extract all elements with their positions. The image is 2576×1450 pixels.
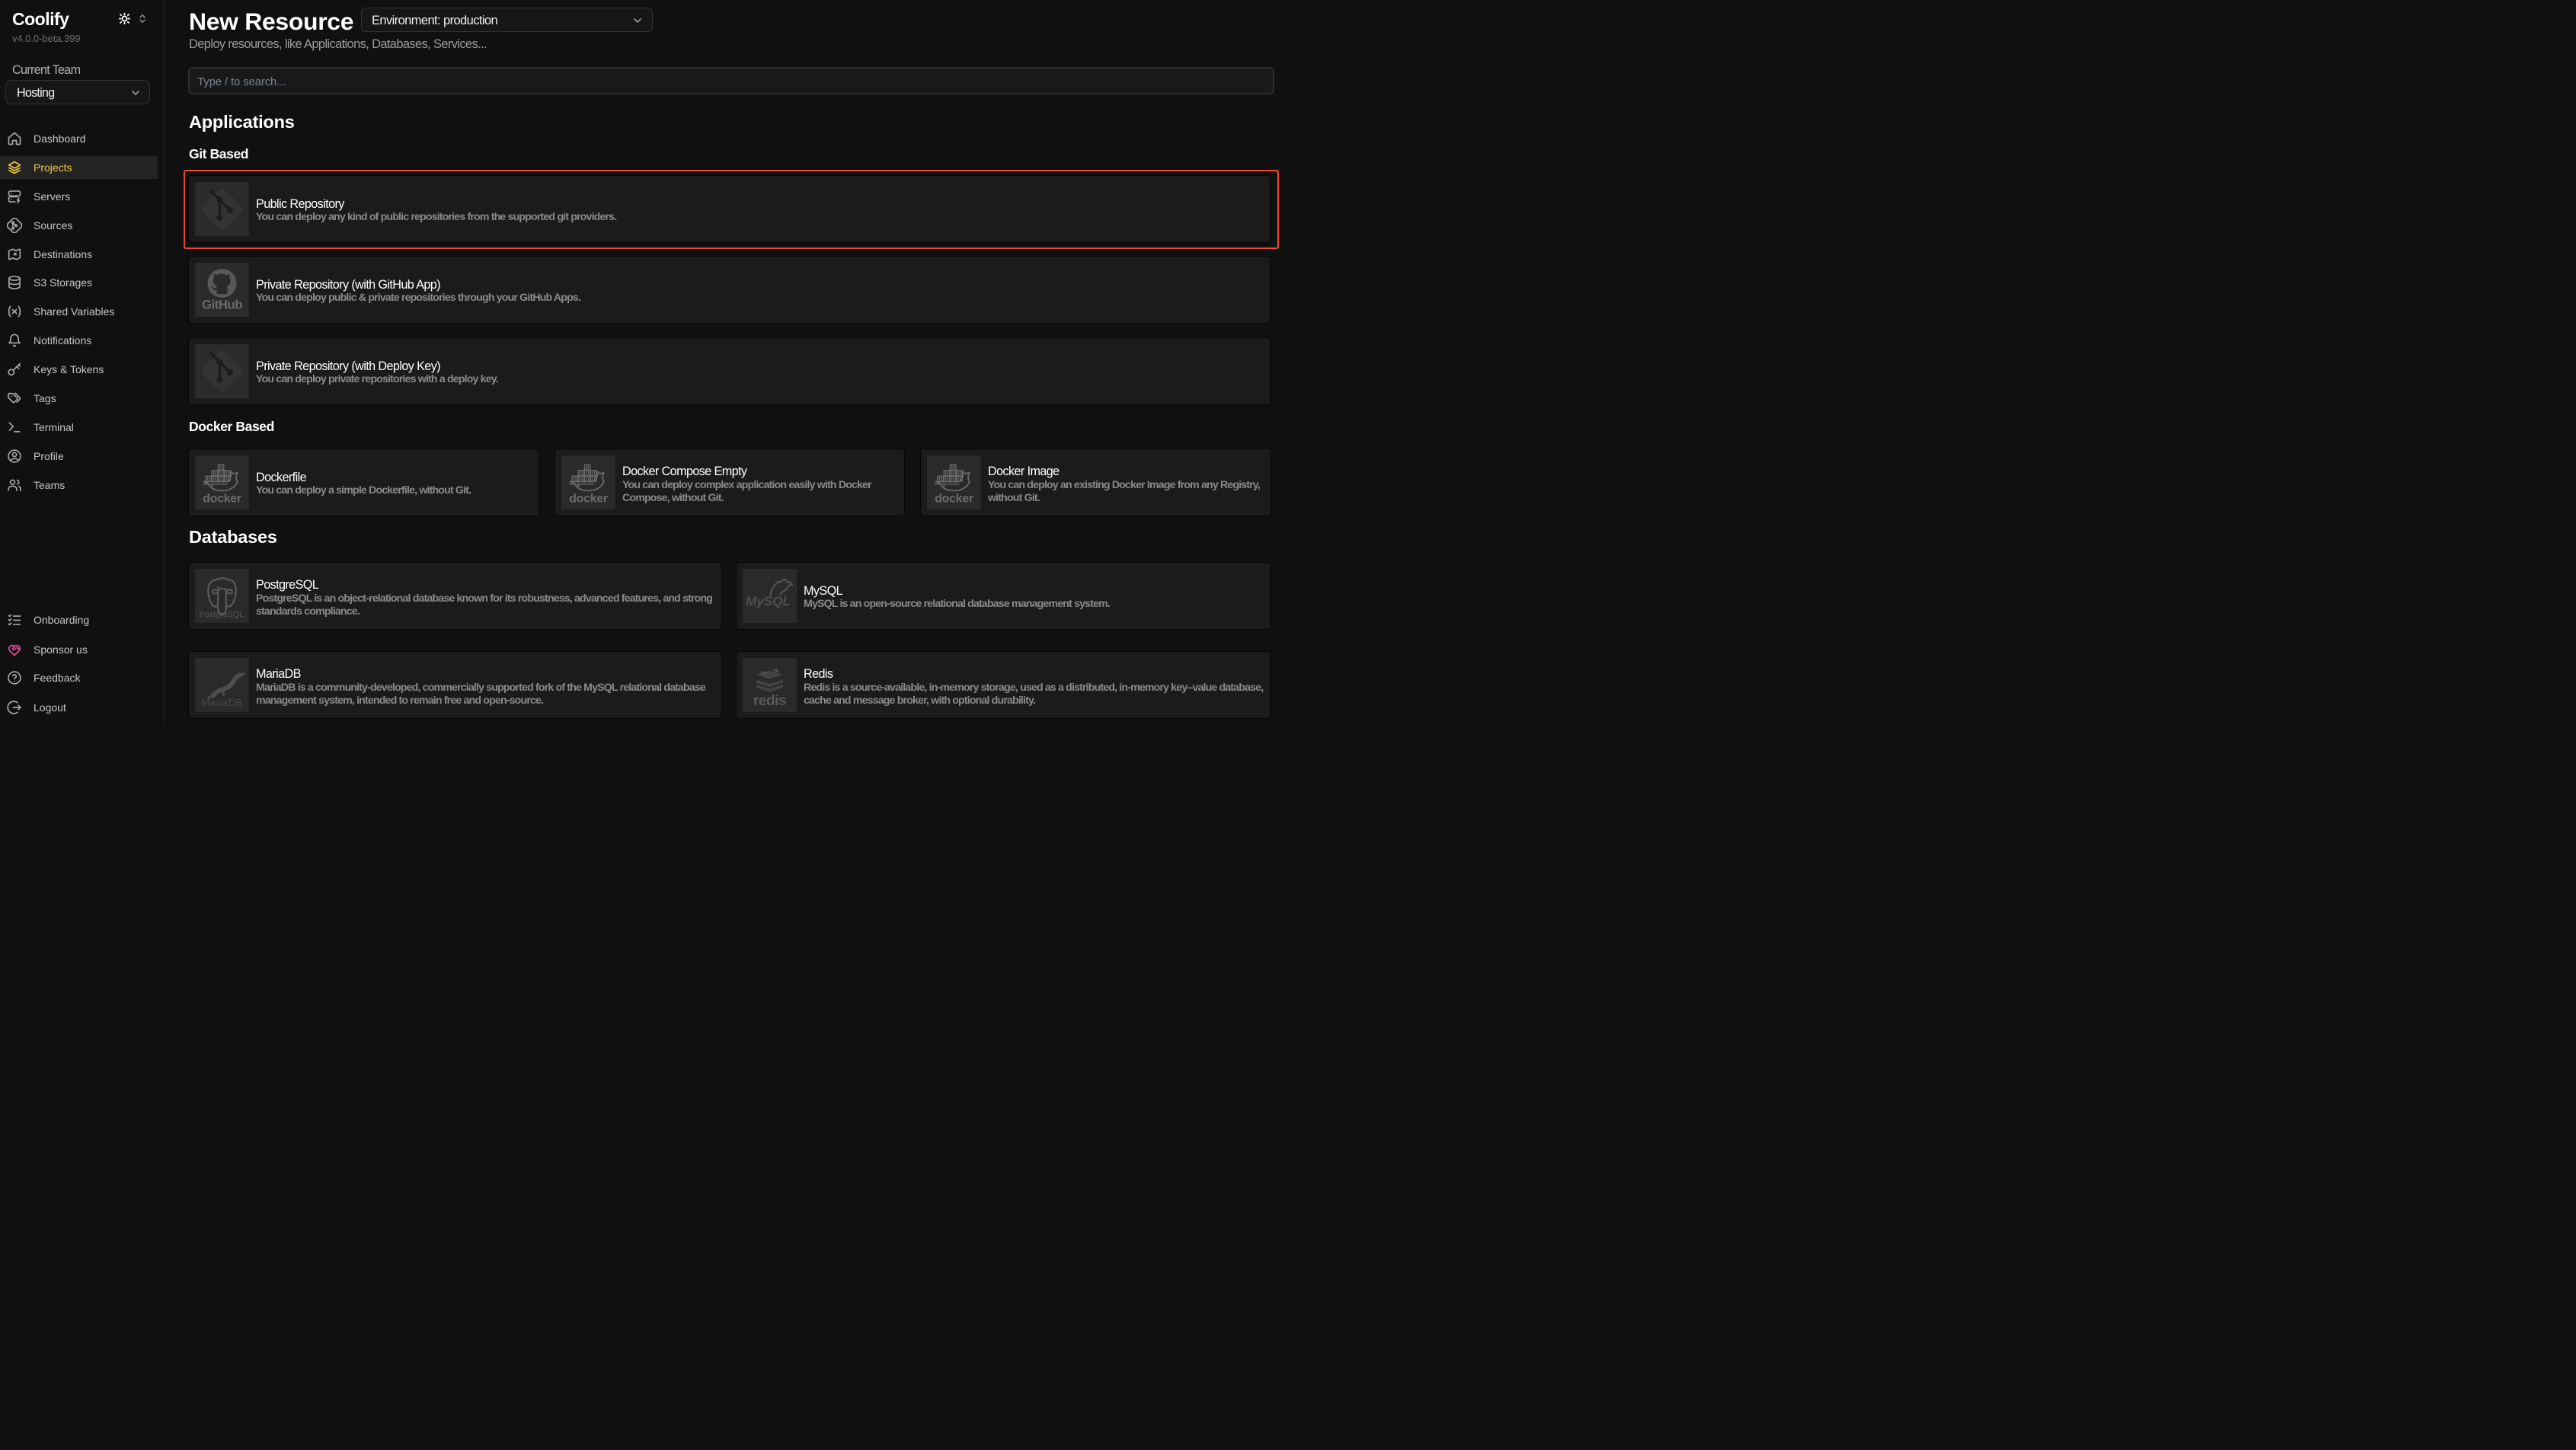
svg-text:MariaDB: MariaDB xyxy=(201,697,242,708)
svg-text:docker: docker xyxy=(569,493,608,506)
svg-text:MySQL: MySQL xyxy=(746,594,791,608)
svg-text:docker: docker xyxy=(203,493,241,506)
svg-text:redis: redis xyxy=(753,693,786,709)
svg-text:PostgreSQL: PostgreSQL xyxy=(200,611,244,620)
svg-text:GitHub: GitHub xyxy=(202,298,242,312)
svg-text:docker: docker xyxy=(935,493,973,506)
